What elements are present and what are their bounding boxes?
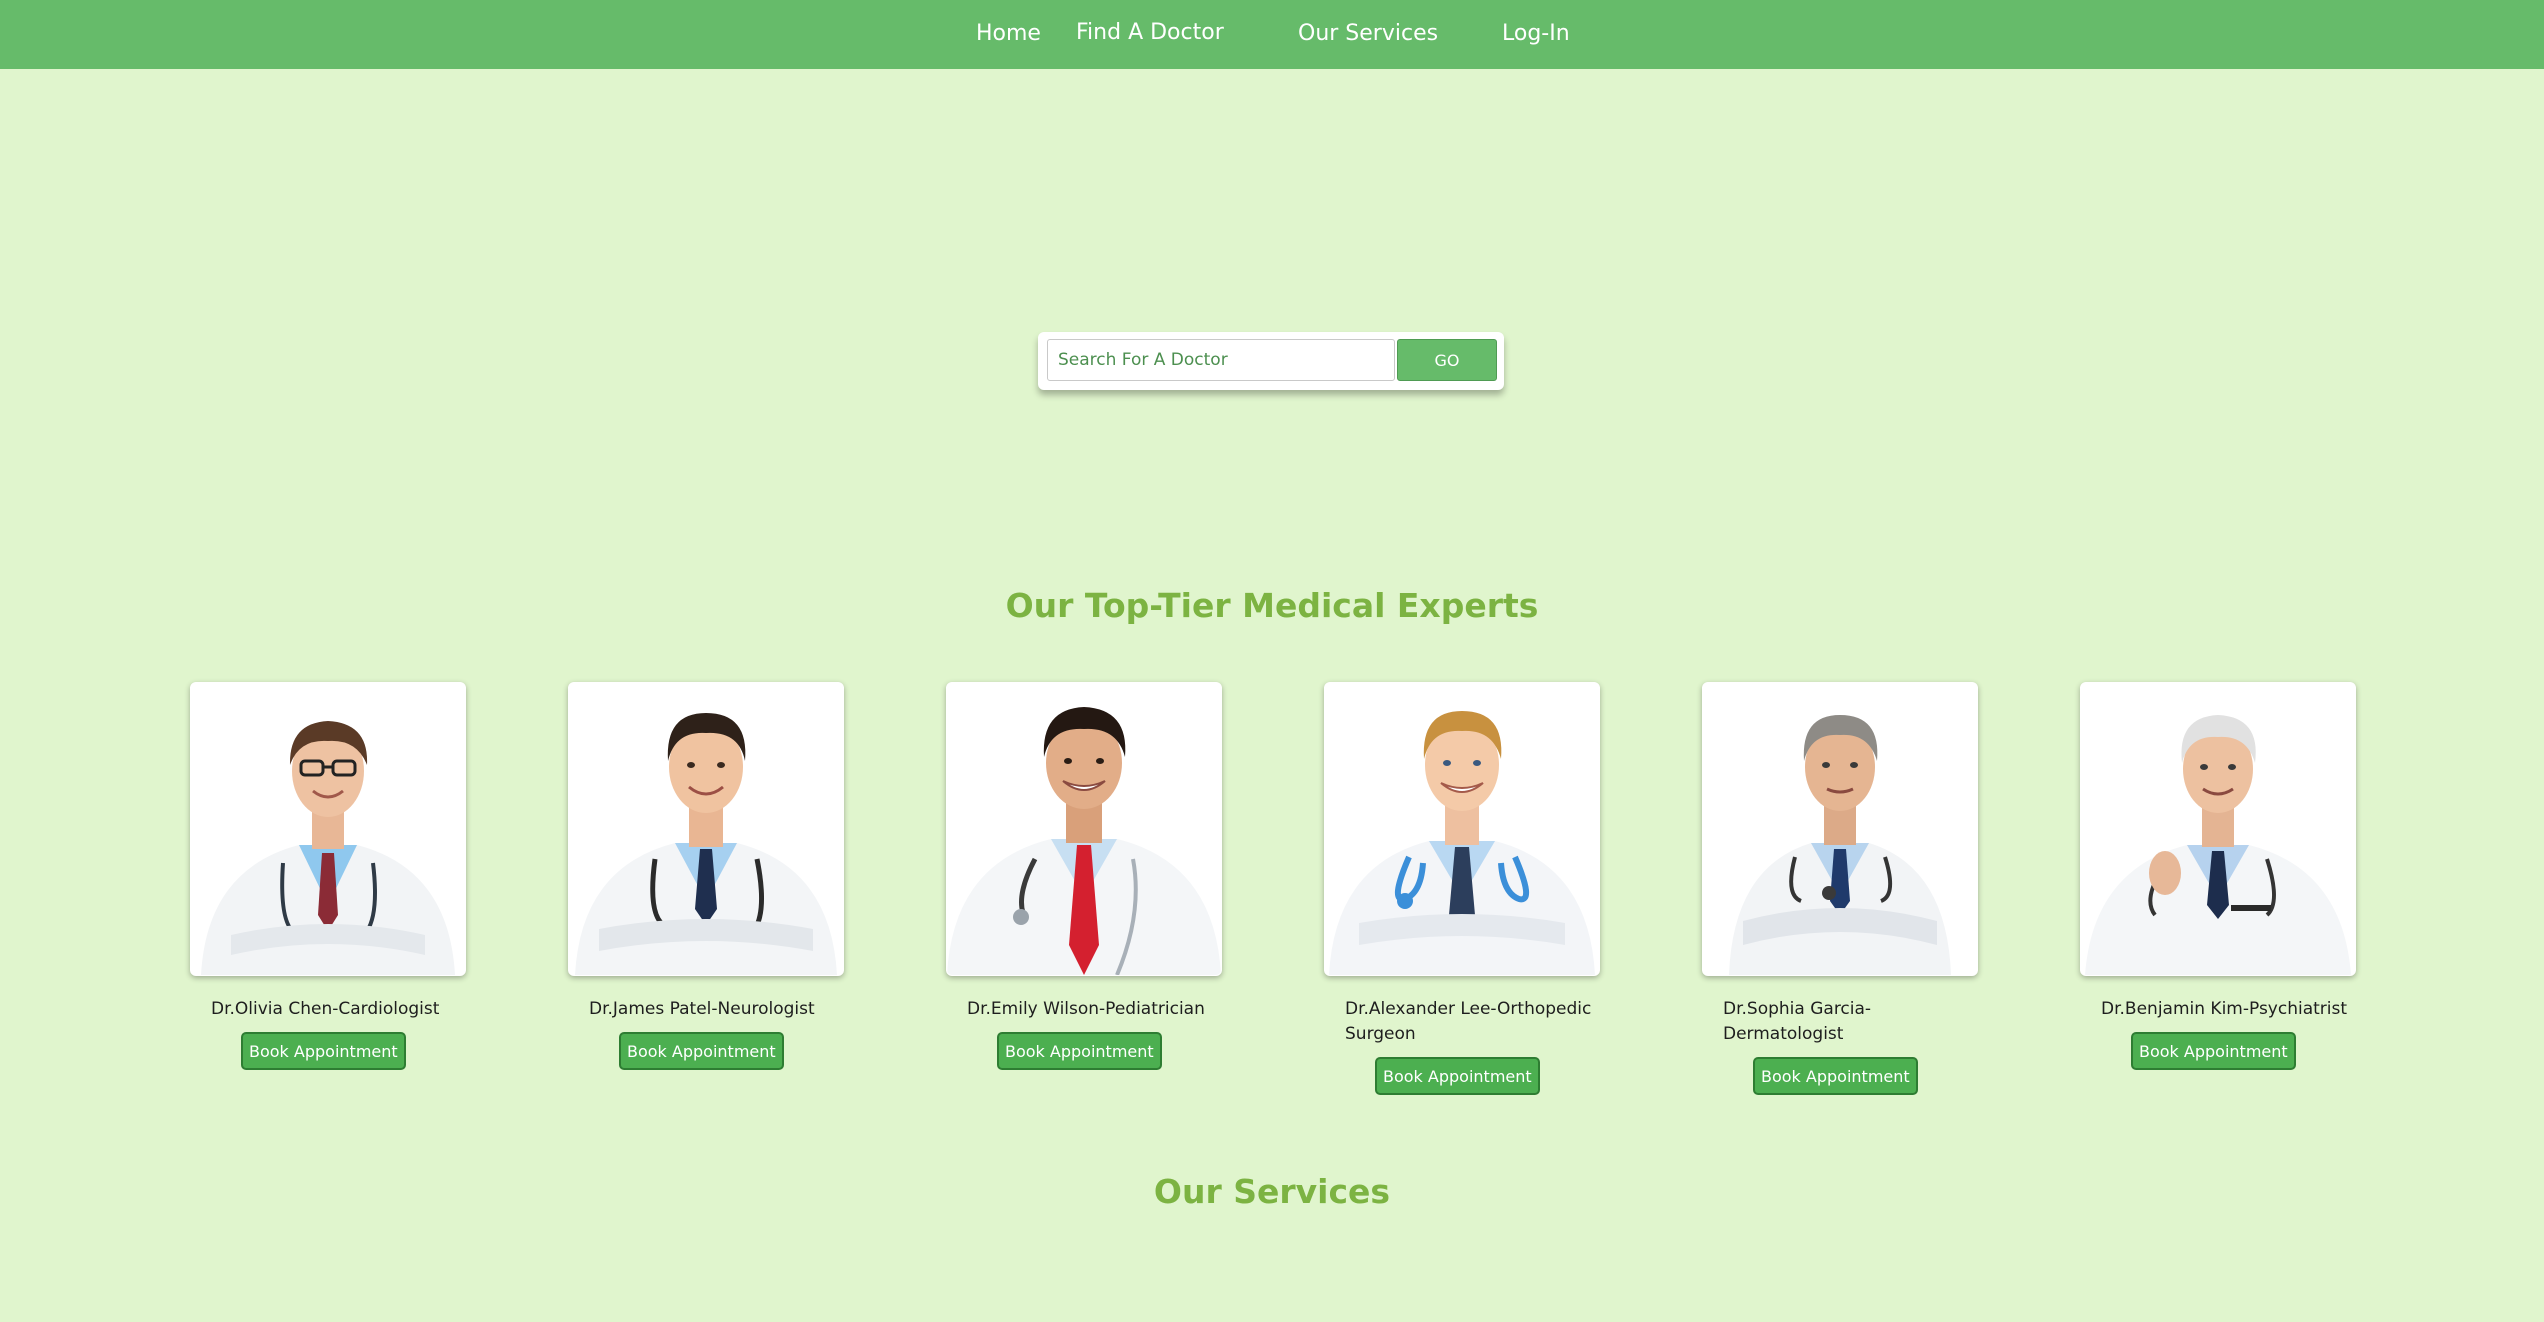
search-go-button[interactable]: GO	[1397, 339, 1497, 381]
doctor-card: Dr.Benjamin Kim-Psychiatrist Book Appoin…	[2080, 682, 2356, 1070]
doctor-card: Dr.Emily Wilson-Pediatrician Book Appoin…	[946, 682, 1222, 1070]
nav-find-doctor-link[interactable]: Find A Doctor	[1076, 19, 1224, 47]
doctor-name: Dr.James Patel-Neurologist	[589, 999, 815, 1019]
doctor-name: Dr.Benjamin Kim-Psychiatrist	[2101, 999, 2348, 1019]
doctor-search-input[interactable]	[1047, 339, 1395, 381]
doctor-card: Dr.Olivia Chen-Cardiologist Book Appoint…	[190, 682, 466, 1070]
nav-home-link[interactable]: Home	[976, 20, 1041, 48]
book-appointment-button[interactable]: Book Appointment	[1753, 1057, 1918, 1095]
book-appointment-button[interactable]: Book Appointment	[997, 1032, 1162, 1070]
book-appointment-button[interactable]: Book Appointment	[241, 1032, 406, 1070]
doctor-card: Dr.Alexander Lee-Orthopedic Surgeon Book…	[1324, 682, 1600, 1095]
doctor-card: Dr.James Patel-Neurologist Book Appointm…	[568, 682, 844, 1070]
nav-login-link[interactable]: Log-In	[1502, 20, 1570, 48]
services-section-title: Our Services	[1153, 1172, 1391, 1211]
doctor-card: Dr.Sophia Garcia-Dermatologist Book Appo…	[1702, 682, 1978, 1095]
doctor-name: Dr.Emily Wilson-Pediatrician	[967, 999, 1205, 1019]
doctor-name: Dr.Alexander Lee-Orthopedic Surgeon	[1345, 999, 1592, 1044]
doctor-photo	[1324, 682, 1600, 976]
nav-our-services-link[interactable]: Our Services	[1298, 20, 1438, 48]
doctor-search-box: GO	[1038, 332, 1504, 390]
book-appointment-button[interactable]: Book Appointment	[1375, 1057, 1540, 1095]
top-navbar: Home Find A Doctor Our Services Log-In	[0, 0, 2544, 69]
book-appointment-button[interactable]: Book Appointment	[2131, 1032, 2296, 1070]
doctor-photo	[1702, 682, 1978, 976]
doctor-name: Dr.Olivia Chen-Cardiologist	[211, 999, 440, 1019]
doctor-photo	[190, 682, 466, 976]
book-appointment-button[interactable]: Book Appointment	[619, 1032, 784, 1070]
experts-section-title: Our Top-Tier Medical Experts	[1005, 586, 1539, 625]
doctor-name: Dr.Sophia Garcia-Dermatologist	[1723, 999, 1872, 1044]
doctor-photo	[568, 682, 844, 976]
doctor-photo	[946, 682, 1222, 976]
doctor-photo	[2080, 682, 2356, 976]
